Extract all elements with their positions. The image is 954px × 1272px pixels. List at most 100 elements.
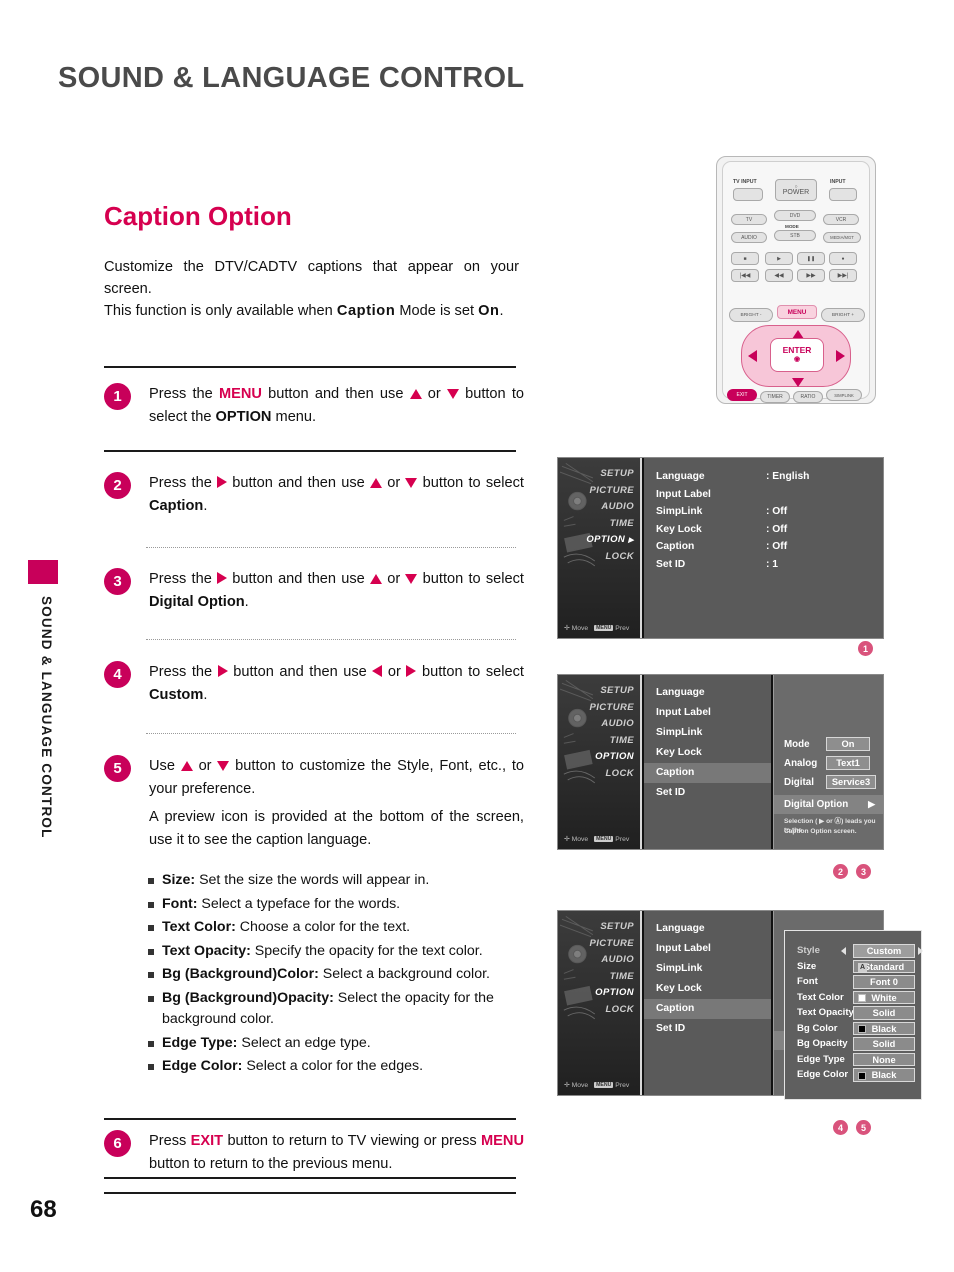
osd3-row-input-label[interactable]: Input Label: [644, 939, 771, 959]
osd-category-setup[interactable]: SETUP: [590, 683, 635, 700]
osd1-row-key-lock[interactable]: Key Lock: Off: [644, 521, 883, 539]
osd-category-time[interactable]: TIME: [590, 733, 635, 750]
osd2-row-simplink[interactable]: SimpLink: [644, 723, 771, 743]
step-1-menu-keyword: MENU: [218, 386, 262, 402]
remote-prev-button[interactable]: |◀◀: [731, 269, 759, 282]
capt-row-size[interactable]: Size A Standard: [785, 959, 921, 975]
dpad-right-icon[interactable]: [836, 350, 845, 362]
dpad-left-icon[interactable]: [748, 350, 757, 362]
dpad-down-icon[interactable]: [792, 378, 804, 387]
remote-audio-button[interactable]: AUDIO: [731, 232, 767, 243]
remote-media-button[interactable]: MEDIA/MGT: [823, 232, 861, 243]
move-cross-icon: ✛: [564, 836, 570, 843]
remote-play-button[interactable]: ▶: [765, 252, 793, 265]
osd1-row-input-label[interactable]: Input Label: [644, 486, 883, 504]
osd-category-picture[interactable]: PICTURE: [586, 483, 634, 500]
remote-stb-button[interactable]: STB: [774, 230, 816, 241]
osd-category-time[interactable]: TIME: [590, 969, 635, 986]
remote-next-button[interactable]: ▶▶|: [829, 269, 857, 282]
remote-ratio-button[interactable]: RATIO: [793, 391, 823, 403]
capt-value-text-color[interactable]: White: [853, 990, 915, 1004]
osd1-row-set-id[interactable]: Set ID: 1: [644, 556, 883, 574]
osd-category-picture[interactable]: PICTURE: [590, 936, 635, 953]
osd2-row-input-label[interactable]: Input Label: [644, 703, 771, 723]
osd-category-option[interactable]: OPTION ▶: [586, 532, 634, 549]
capt-value-bg-opacity[interactable]: Solid: [853, 1037, 915, 1051]
osd-category-option[interactable]: OPTION: [590, 985, 635, 1002]
osd-category-setup[interactable]: SETUP: [586, 466, 634, 483]
osd1-row-language[interactable]: Language: English: [644, 468, 883, 486]
remote-forward-button[interactable]: ▶▶: [797, 269, 825, 282]
remote-enter-button[interactable]: ENTER ◉: [770, 338, 824, 372]
osd-category-lock[interactable]: LOCK: [586, 549, 634, 566]
capt-row-font[interactable]: Font Font 0: [785, 974, 921, 990]
step-1-a: Press the: [149, 386, 219, 402]
osd-category-picture[interactable]: PICTURE: [590, 700, 635, 717]
capt-value-bg-color[interactable]: Black: [853, 1021, 915, 1035]
osd1-row-caption[interactable]: Caption: Off: [644, 538, 883, 556]
remote-pause-button[interactable]: ❚❚: [797, 252, 825, 265]
remote-tv-button[interactable]: TV: [731, 214, 767, 225]
osd2-row-caption[interactable]: Caption: [644, 763, 771, 783]
remote-power-button[interactable]: ○ POWER: [775, 179, 817, 201]
osd2-subrow-digital[interactable]: Digital Service3: [774, 773, 883, 792]
step-3-badge: 3: [104, 568, 131, 595]
osd-category-setup[interactable]: SETUP: [590, 919, 635, 936]
osd3-row-key-lock[interactable]: Key Lock: [644, 979, 771, 999]
capt-row-style[interactable]: Style Custom: [785, 943, 923, 959]
capt-value-style[interactable]: Custom: [853, 944, 915, 958]
osd2-analog-value[interactable]: Text1: [826, 756, 870, 770]
remote-input-button[interactable]: [829, 188, 857, 201]
step-3-e: .: [244, 593, 249, 610]
osd-category-audio[interactable]: AUDIO: [586, 499, 634, 516]
osd2-row-key-lock[interactable]: Key Lock: [644, 743, 771, 763]
remote-menu-button[interactable]: MENU: [777, 305, 817, 319]
remote-rewind-button[interactable]: ◀◀: [765, 269, 793, 282]
osd2-row-language[interactable]: Language: [644, 683, 771, 703]
osd2-digital-value[interactable]: Service3: [826, 775, 876, 789]
osd2-subrow-analog[interactable]: Analog Text1: [774, 754, 883, 773]
remote-record-button[interactable]: ●: [829, 252, 857, 265]
osd-category-lock[interactable]: LOCK: [590, 766, 635, 783]
osd-category-sidebar: SETUP PICTURE AUDIO TIME OPTION ▶ LOCK ✛…: [558, 458, 642, 638]
remote-stop-button[interactable]: ■: [731, 252, 759, 265]
remote-tv-input-button[interactable]: [733, 188, 763, 201]
remote-bright-plus-button[interactable]: BRIGHT +: [821, 308, 865, 322]
osd3-row-caption[interactable]: Caption: [644, 999, 771, 1019]
capt-value-edge-color[interactable]: Black: [853, 1068, 915, 1082]
remote-exit-button[interactable]: EXIT: [727, 389, 757, 401]
remote-dvd-button[interactable]: DVD: [774, 210, 816, 221]
osd2-subrow-digital-option[interactable]: Digital Option ▶: [774, 795, 883, 814]
remote-vcr-button[interactable]: VCR: [823, 214, 859, 225]
osd3-row-set-id[interactable]: Set ID: [644, 1019, 771, 1039]
up-arrow-icon: [370, 478, 383, 488]
capt-row-text-opacity[interactable]: Text Opacity Solid: [785, 1005, 921, 1021]
osd3-row-simplink[interactable]: SimpLink: [644, 959, 771, 979]
osd3-row-language[interactable]: Language: [644, 919, 771, 939]
capt-row-edge-color[interactable]: Edge Color Black: [785, 1067, 921, 1083]
osd-category-time[interactable]: TIME: [586, 516, 634, 533]
remote-timer-button[interactable]: TIMER: [760, 391, 790, 403]
step-6-exit-keyword: EXIT: [190, 1133, 224, 1149]
capt-value-text-opacity[interactable]: Solid: [853, 1006, 915, 1020]
capt-row-bg-opacity[interactable]: Bg Opacity Solid: [785, 1036, 921, 1052]
capt-row-edge-type[interactable]: Edge Type None: [785, 1052, 921, 1068]
right-arrow-icon[interactable]: [918, 947, 923, 955]
capt-value-size[interactable]: A Standard: [853, 959, 915, 973]
remote-bright-minus-button[interactable]: BRIGHT -: [729, 308, 773, 322]
capt-value-edge-type[interactable]: None: [853, 1052, 915, 1066]
remote-simplink-button[interactable]: SIMPLINK: [826, 389, 862, 401]
osd2-row-set-id[interactable]: Set ID: [644, 783, 771, 803]
capt-value-font[interactable]: Font 0: [853, 975, 915, 989]
left-arrow-icon[interactable]: [841, 947, 846, 955]
capt-row-bg-color[interactable]: Bg Color Black: [785, 1021, 921, 1037]
caption-option-bullet-list: Size: Set the size the words will appear…: [148, 870, 528, 1080]
osd-category-option[interactable]: OPTION: [590, 749, 635, 766]
osd2-subrow-mode[interactable]: Mode On: [774, 735, 883, 754]
osd1-row-simplink[interactable]: SimpLink: Off: [644, 503, 883, 521]
osd-category-audio[interactable]: AUDIO: [590, 716, 635, 733]
osd2-mode-value[interactable]: On: [826, 737, 870, 751]
osd-category-audio[interactable]: AUDIO: [590, 952, 635, 969]
osd-category-lock[interactable]: LOCK: [590, 1002, 635, 1019]
capt-row-text-color[interactable]: Text Color White: [785, 990, 921, 1006]
